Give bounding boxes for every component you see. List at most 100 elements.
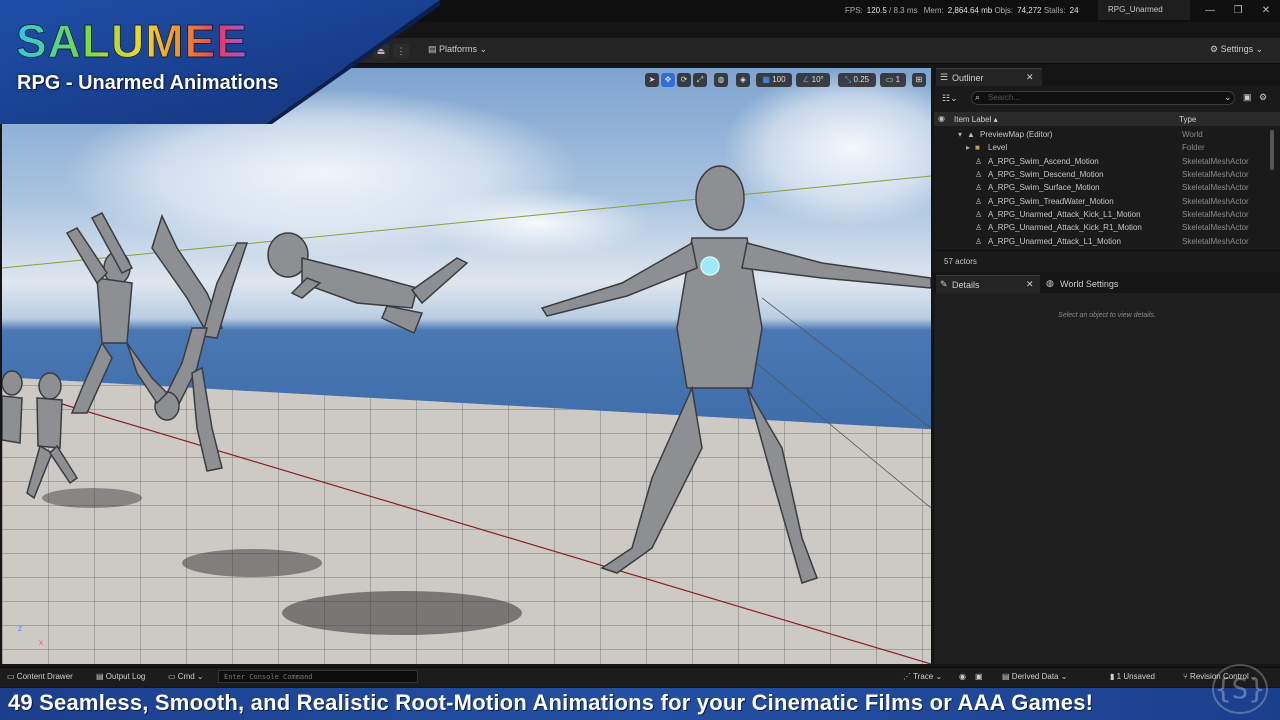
row-label: A_RPG_Swim_TreadWater_Motion — [988, 197, 1114, 206]
scale-snap-value: 0.25 — [853, 75, 870, 84]
character-jump — [65, 212, 169, 414]
minimize-icon: — — [1205, 5, 1215, 16]
shadow — [182, 549, 322, 577]
tree-row-actor[interactable]: ♙ A_RPG_Unarmed_Attack_L1_Motion Skeleta… — [934, 235, 1268, 248]
tree-row-actor[interactable]: ♙ A_RPG_Unarmed_Attack_Kick_L1_Motion Sk… — [934, 208, 1268, 221]
platforms-label: Platforms — [439, 44, 478, 54]
scale-snap-icon: ⤡ — [844, 75, 852, 84]
row-type: SkeletalMeshActor — [1182, 170, 1249, 179]
gear-icon: ⚙ — [1259, 92, 1268, 102]
tree-row-folder[interactable]: ▸ ■ Level Folder — [934, 141, 1268, 154]
angle-icon: ∠ — [802, 75, 810, 84]
level-tab-label: RPG_Unarmed — [1108, 5, 1163, 14]
details-tab-label: Details — [952, 280, 980, 290]
objs-label: Objs: — [994, 6, 1014, 15]
actor-count: 57 actors — [944, 257, 977, 266]
col-item-label[interactable]: Item Label ▴ — [954, 115, 998, 124]
settings-button[interactable]: ⚙ Settings ⌄ — [1210, 44, 1263, 55]
console-command-input[interactable] — [218, 670, 418, 683]
row-type: SkeletalMeshActor — [1182, 157, 1249, 166]
world-local-button[interactable]: ◍ — [714, 73, 728, 87]
ms-value: / 8.3 ms — [889, 6, 918, 15]
details-tab[interactable]: ✎ Details ✕ — [936, 275, 1040, 293]
row-type: SkeletalMeshActor — [1182, 183, 1249, 192]
select-tool-button[interactable]: ➤ — [645, 73, 659, 87]
outliner-settings-button[interactable]: ⚙ — [1259, 92, 1267, 103]
output-log-label: Output Log — [105, 672, 146, 681]
expand-icon[interactable]: ▸ — [966, 143, 970, 152]
search-chevron-icon[interactable]: ⌄ — [1224, 92, 1232, 103]
derived-data-label: Derived Data — [1011, 672, 1059, 681]
camera-icon: ▣ — [975, 672, 983, 681]
row-type: World — [1182, 130, 1203, 139]
divider — [934, 250, 1280, 251]
camera-speed-button[interactable]: ▭ 1 — [880, 73, 906, 87]
screenshot-button[interactable]: ▣ — [975, 672, 983, 681]
world-settings-tab[interactable]: ◍ World Settings — [1044, 275, 1154, 293]
row-type: SkeletalMeshActor — [1182, 197, 1249, 206]
visibility-icon[interactable]: ◉ — [938, 114, 945, 123]
tree-row-actor[interactable]: ♙ A_RPG_Unarmed_Attack_Kick_R1_Motion Sk… — [934, 221, 1268, 234]
shadow — [282, 591, 522, 635]
level-viewport[interactable]: z x ➤ ✥ ⟳ ⤢ ◍ ◈ ▦ 100 ∠ 10° ⤡ 0.25 ▭ 1 ⊞ — [2, 68, 931, 664]
cmd-label: Cmd — [177, 672, 195, 681]
perf-stats: FPS: 120.5 / 8.3 ms Mem: 2,864.64 mb Objs:… — [845, 6, 1079, 15]
scale-tool-button[interactable]: ⤢ — [693, 73, 707, 87]
restore-icon: ❐ — [1233, 5, 1243, 16]
close-tab-icon[interactable]: ✕ — [1026, 279, 1034, 290]
close-tab-icon[interactable]: ✕ — [1026, 72, 1034, 83]
row-label: A_RPG_Swim_Descend_Motion — [988, 170, 1104, 179]
skeletal-mesh-icon: ♙ — [975, 170, 983, 179]
scale-snap-button[interactable]: ⤡ 0.25 — [838, 73, 876, 87]
surface-snap-button[interactable]: ◈ — [736, 73, 750, 87]
layout-button[interactable]: ⊞ — [912, 73, 926, 87]
level-tab[interactable]: RPG_Unarmed — [1098, 0, 1190, 20]
grid-size-value: 100 — [772, 75, 786, 84]
derived-data-button[interactable]: ▤ Derived Data ⌄ — [1002, 672, 1067, 681]
record-icon: ◉ — [959, 672, 966, 681]
translate-tool-button[interactable]: ✥ — [661, 73, 675, 87]
chevron-down-icon: ⌄ — [479, 44, 488, 54]
record-button[interactable]: ◉ — [959, 672, 966, 681]
brand-subtitle: RPG - Unarmed Animations — [17, 72, 279, 94]
cmd-button[interactable]: ▭ Cmd ⌄ — [168, 672, 204, 681]
unsaved-label: 1 Unsaved — [1116, 672, 1155, 681]
restore-button[interactable]: ❐ — [1226, 2, 1250, 20]
close-icon: ✕ — [1261, 5, 1271, 16]
trace-button[interactable]: ⋰ Trace ⌄ — [903, 672, 942, 681]
unsaved-button[interactable]: ▮ 1 Unsaved — [1110, 672, 1155, 681]
tree-row-actor[interactable]: ♙ A_RPG_Swim_Descend_Motion SkeletalMesh… — [934, 168, 1268, 181]
row-type: SkeletalMeshActor — [1182, 210, 1249, 219]
row-label: Level — [988, 143, 1008, 152]
rotation-snap-button[interactable]: ∠ 10° — [796, 73, 830, 87]
details-empty-message: Select an object to view details. — [1058, 312, 1156, 319]
output-log-button[interactable]: ▤ Output Log — [96, 672, 145, 681]
add-folder-button[interactable]: ▣ — [1243, 92, 1252, 103]
pencil-icon: ✎ — [940, 279, 948, 289]
folder-plus-icon: ▣ — [1243, 92, 1252, 102]
row-label: A_RPG_Swim_Surface_Motion — [988, 183, 1100, 192]
row-label: A_RPG_Unarmed_Attack_Kick_L1_Motion — [988, 210, 1141, 219]
outliner-scrollbar[interactable] — [1270, 130, 1274, 170]
content-drawer-button[interactable]: ▭ Content Drawer — [7, 672, 73, 681]
character-run — [2, 370, 79, 500]
outliner-tab[interactable]: ☰ Outliner ✕ — [936, 68, 1042, 86]
close-window-button[interactable]: ✕ — [1254, 2, 1278, 20]
col-type[interactable]: Type — [1179, 115, 1196, 124]
tree-row-actor[interactable]: ♙ A_RPG_Swim_TreadWater_Motion SkeletalM… — [934, 195, 1268, 208]
row-type: Folder — [1182, 143, 1205, 152]
expand-icon[interactable]: ▾ — [958, 130, 962, 139]
watermark-logo-icon: {S} — [1212, 664, 1268, 714]
grid-snap-button[interactable]: ▦ 100 — [756, 73, 792, 87]
rotate-tool-button[interactable]: ⟳ — [677, 73, 691, 87]
row-label: A_RPG_Swim_Ascend_Motion — [988, 157, 1099, 166]
tree-row-world[interactable]: ▾ ▲ PreviewMap (Editor) World — [934, 128, 1268, 141]
minimize-button[interactable]: — — [1198, 2, 1222, 20]
tree-row-actor[interactable]: ♙ A_RPG_Swim_Surface_Motion SkeletalMesh… — [934, 181, 1268, 194]
gear-icon: ⚙ — [1210, 44, 1219, 54]
stalls-value: 24 — [1069, 6, 1079, 15]
skeletal-mesh-icon: ♙ — [975, 197, 983, 206]
tree-row-actor[interactable]: ♙ A_RPG_Swim_Ascend_Motion SkeletalMeshA… — [934, 155, 1268, 168]
chevron-down-icon: ⌄ — [1060, 672, 1068, 681]
filter-button[interactable]: ☷⌄ — [942, 93, 958, 104]
